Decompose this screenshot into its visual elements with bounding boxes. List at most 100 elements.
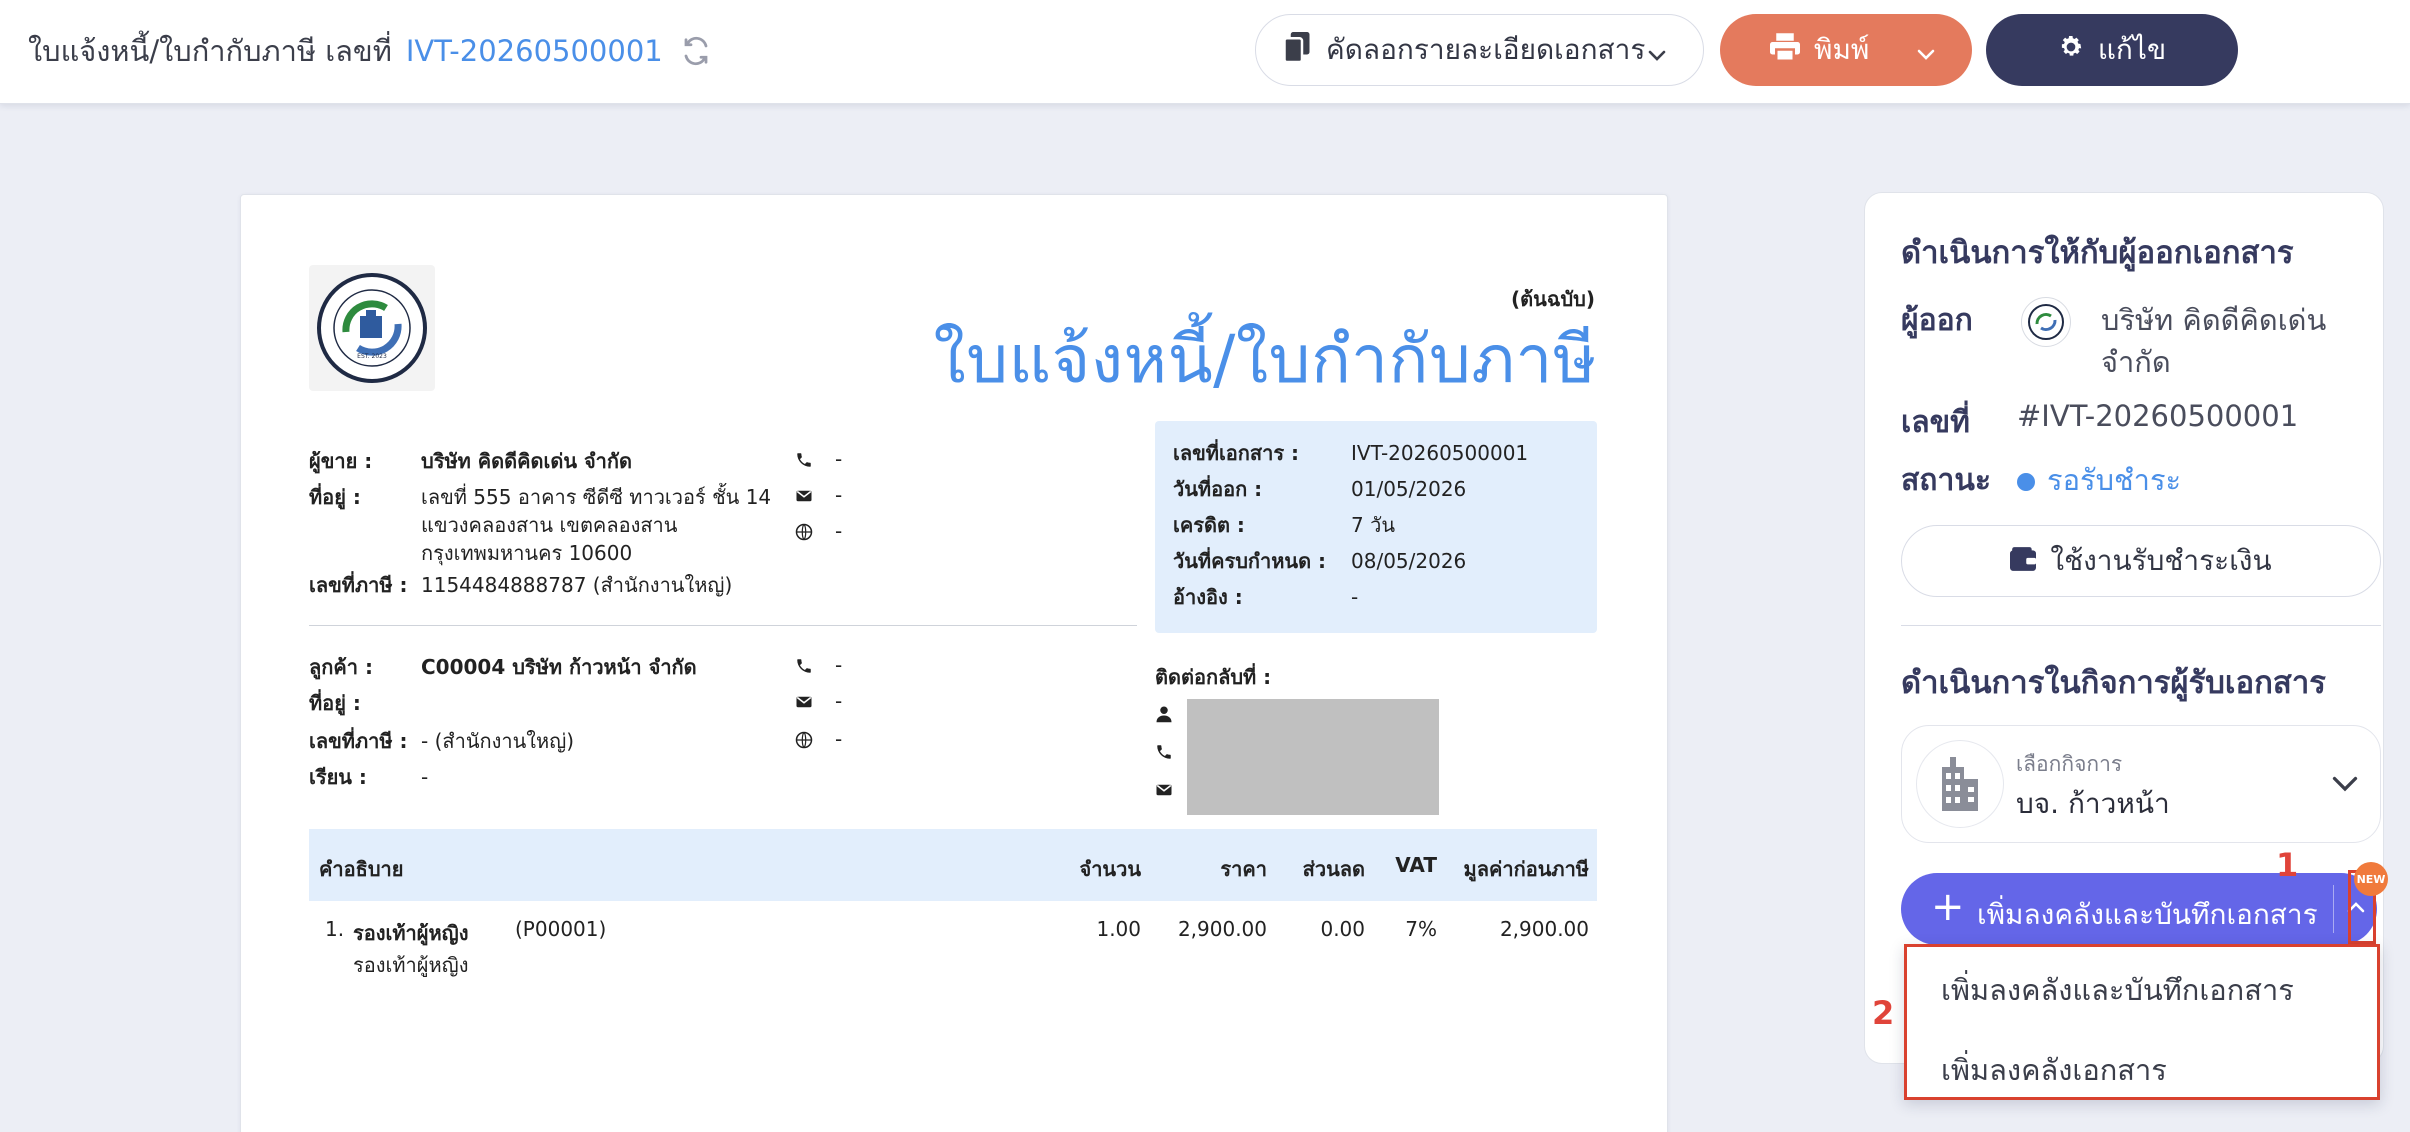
envelope-icon [795, 486, 813, 504]
receive-payment-label: ใช้งานรับชำระเงิน [2050, 544, 2272, 577]
info-due-date: วันที่ครบกำหนด :08/05/2026 [1173, 549, 1467, 573]
seller-phone: - [795, 447, 842, 471]
chevron-down-icon[interactable] [1916, 38, 1936, 71]
new-badge: NEW [2354, 862, 2388, 896]
item-amount: 2,900.00 [1499, 917, 1589, 941]
col-vat: VAT [1395, 853, 1437, 877]
print-label: พิมพ์ [1814, 33, 1870, 66]
issuer-label: ผู้ออก [1901, 303, 1973, 338]
document-preview: EST. 2023 (ต้นฉบับ) ใบแจ้งหนี้/ใบกำกับภา… [240, 194, 1668, 1132]
building-icon [1916, 740, 2004, 828]
item-discount: 0.00 [1320, 917, 1365, 941]
seller-value: บริษัท คิดดีคิดเด่น จำกัด [421, 449, 632, 473]
item-price: 2,900.00 [1177, 917, 1267, 941]
item-subtitle: รองเท้าผู้หญิง [353, 953, 469, 977]
seller-block: ผู้ขาย : บริษัท คิดดีคิดเด่น จำกัด ที่อย… [309, 447, 789, 597]
page-title-prefix: ใบแจ้งหนี้/ใบกำกับภาษี เลขที่ [28, 34, 392, 68]
panel-divider [1901, 625, 2381, 626]
status-dot-icon [2017, 473, 2035, 491]
col-desc: คำอธิบาย [319, 857, 404, 881]
table-row: 1. รองเท้าผู้หญิง (P00001) รองเท้าผู้หญิ… [309, 901, 1597, 991]
seller-email: - [795, 483, 842, 507]
issuer-name-line2: จำกัด [2101, 345, 2171, 379]
company-logo: EST. 2023 [309, 265, 435, 391]
info-issue-date: วันที่ออก :01/05/2026 [1173, 477, 1467, 501]
business-select-label: เลือกกิจการ [2016, 752, 2123, 776]
customer-tax-value: - (สำนักงานใหญ่) [421, 729, 575, 753]
status-badge: รอรับชำระ [2017, 457, 2181, 503]
redacted-contact-area [1187, 699, 1439, 815]
seller-web: - [795, 519, 842, 543]
attn-label: เรียน : [309, 765, 367, 789]
contact-back-label: ติดต่อกลับที่ : [1155, 665, 1272, 689]
svg-text:EST. 2023: EST. 2023 [357, 353, 387, 360]
issuer-name-line1: บริษัท คิดดีคิดเด่น [2101, 303, 2327, 337]
receive-payment-button[interactable]: ใช้งานรับชำระเงิน [1901, 525, 2381, 597]
add-to-storage-label: เพิ่มลงคลังและบันทึกเอกสาร [1977, 898, 2318, 931]
phone-icon [795, 450, 813, 468]
item-vat: 7% [1405, 917, 1437, 941]
item-qty: 1.00 [1096, 917, 1141, 941]
seller-label: ผู้ขาย : [309, 449, 373, 473]
copy-icon [1283, 31, 1310, 69]
user-icon [1155, 705, 1173, 723]
page-title: ใบแจ้งหนี้/ใบกำกับภาษี เลขที่ IVT-202605… [28, 28, 711, 74]
menu-item-add-to-storage[interactable]: เพิ่มลงคลังเอกสาร [1941, 1047, 2167, 1093]
customer-email: - [795, 689, 842, 713]
seller-address-line1: เลขที่ 555 อาคาร ซีดีซี ทาวเวอร์ ชั้น 14 [421, 485, 772, 509]
item-name: รองเท้าผู้หญิง [353, 921, 469, 945]
section-divider [309, 625, 1137, 626]
customer-address-label: ที่อยู่ : [309, 691, 361, 715]
customer-web: - [795, 727, 842, 751]
refresh-icon[interactable] [681, 36, 711, 66]
info-reference: อ้างอิง :- [1173, 585, 1359, 609]
chevron-down-icon [2330, 768, 2360, 802]
plus-icon: + [1931, 884, 1965, 930]
issuer-avatar [2021, 297, 2071, 347]
add-options-menu: เพิ่มลงคลังและบันทึกเอกสาร เพิ่มลงคลังเอ… [1904, 944, 2380, 1100]
status-label: สถานะ [1901, 463, 1991, 498]
annotation-number-1: 1 [2276, 846, 2299, 884]
seller-address-line3: กรุงเทพมหานคร 10600 [421, 541, 633, 565]
business-select[interactable]: เลือกกิจการ บจ. ก้าวหน้า [1901, 725, 2381, 843]
number-label: เลขที่ [1901, 405, 1970, 440]
phone-icon [795, 656, 813, 674]
issuer-section-title: ดำเนินการให้กับผู้ออกเอกสาร [1901, 235, 2294, 271]
menu-item-add-and-save[interactable]: เพิ่มลงคลังและบันทึกเอกสาร [1941, 967, 2294, 1013]
customer-phone: - [795, 653, 842, 677]
customer-label: ลูกค้า : [309, 655, 373, 679]
copy-details-label: คัดลอกรายละเอียดเอกสาร [1326, 33, 1646, 66]
edit-label: แก้ไข [2097, 33, 2167, 66]
table-header: คำอธิบาย จำนวน ราคา ส่วนลด VAT มูลค่าก่อ… [309, 829, 1597, 901]
seller-address-line2: แขวงคลองสาน เขตคลองสาน [421, 513, 678, 537]
item-code: (P00001) [515, 917, 607, 941]
globe-icon [795, 522, 813, 541]
col-qty: จำนวน [1079, 857, 1141, 881]
action-panel: ดำเนินการให้กับผู้ออกเอกสาร ผู้ออก บริษั… [1864, 192, 2384, 1064]
phone-icon [1155, 743, 1173, 761]
items-table: คำอธิบาย จำนวน ราคา ส่วนลด VAT มูลค่าก่อ… [309, 829, 1597, 991]
globe-icon [795, 730, 813, 749]
customer-value: C00004 บริษัท ก้าวหน้า จำกัด [421, 655, 697, 679]
business-select-value: บจ. ก้าวหน้า [2016, 787, 2170, 820]
customer-block: ลูกค้า : C00004 บริษัท ก้าวหน้า จำกัด ที… [309, 653, 789, 789]
tax-label: เลขที่ภาษี : [309, 573, 408, 597]
edit-button[interactable]: แก้ไข [1986, 14, 2238, 86]
envelope-icon [795, 692, 813, 710]
annotation-number-2: 2 [1872, 994, 1895, 1032]
gear-icon [2058, 34, 2084, 67]
top-bar: ใบแจ้งหนี้/ใบกำกับภาษี เลขที่ IVT-202605… [0, 0, 2410, 104]
customer-tax-label: เลขที่ภาษี : [309, 729, 408, 753]
col-amount: มูลค่าก่อนภาษี [1463, 857, 1589, 881]
add-to-storage-and-save-button[interactable]: + เพิ่มลงคลังและบันทึกเอกสาร [1901, 873, 2377, 945]
col-price: ราคา [1220, 857, 1267, 881]
envelope-icon [1155, 781, 1173, 799]
address-label: ที่อยู่ : [309, 485, 361, 509]
doc-number-link[interactable]: IVT-20260500001 [406, 34, 663, 68]
document-title: ใบแจ้งหนี้/ใบกำกับภาษี [933, 321, 1597, 398]
print-button[interactable]: พิมพ์ [1720, 14, 1972, 86]
copy-details-button[interactable]: คัดลอกรายละเอียดเอกสาร [1255, 14, 1704, 86]
printer-icon [1770, 32, 1800, 68]
attn-value: - [421, 765, 429, 789]
seller-tax-value: 1154484888787 (สำนักงานใหญ่) [421, 573, 733, 597]
